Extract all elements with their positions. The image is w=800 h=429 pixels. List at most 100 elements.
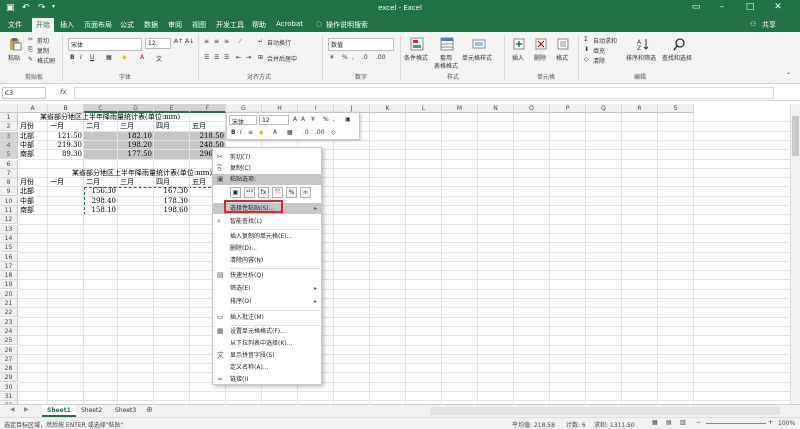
conditional-format-button[interactable]: 条件格式 — [404, 53, 428, 62]
tab-page-layout[interactable]: 页面布局 — [84, 20, 112, 30]
row-header[interactable]: 23 — [0, 317, 18, 327]
align-center-icon[interactable]: ☰ — [214, 54, 219, 61]
column-header[interactable]: M — [442, 104, 478, 113]
menu-delete[interactable]: 删除(D)... — [213, 243, 321, 254]
share-button[interactable]: 共享 — [762, 20, 776, 30]
row-header[interactable]: 6 — [0, 159, 18, 169]
number-format-select[interactable]: 数值 — [328, 38, 394, 51]
tab-file[interactable]: 文件 — [8, 20, 22, 30]
horizontal-scrollbar[interactable] — [430, 407, 780, 415]
column-header[interactable]: P — [550, 104, 586, 113]
row-header[interactable]: 8 — [0, 178, 18, 188]
column-header[interactable]: N — [478, 104, 514, 113]
format-painter-button[interactable]: 格式刷 — [37, 56, 55, 65]
row-header[interactable]: 2 — [0, 122, 18, 132]
align-right-icon[interactable]: ☰ — [224, 54, 229, 61]
mini-currency-icon[interactable]: ¥ — [311, 116, 315, 123]
row-header[interactable]: 15 — [0, 243, 18, 253]
menu-link[interactable]: ∞ 链接(I) — [213, 374, 321, 385]
tab-home[interactable]: 开始 — [32, 18, 54, 32]
select-all-corner[interactable] — [0, 104, 18, 113]
wrap-text-button[interactable]: 自动换行 — [267, 38, 291, 47]
insert-cells-button[interactable]: 插入 — [512, 53, 524, 62]
align-top-icon[interactable]: ≡ — [204, 38, 209, 45]
page-break-view-icon[interactable]: ▥ — [680, 419, 686, 426]
column-header[interactable]: Q — [586, 104, 622, 113]
row-header[interactable]: 21 — [0, 299, 18, 308]
sheet-tab-sheet3[interactable]: Sheet3 — [110, 405, 141, 417]
mini-comma-icon[interactable]: , — [333, 116, 335, 123]
menu-insert-comment[interactable]: ▭ 插入批注(M) — [213, 312, 321, 323]
spreadsheet-grid[interactable]: A B C D E F G H I J K L M N O P Q R S 1 2 3 4 5 6 7 8 9 10 11 12 13 14 15… — [0, 104, 790, 404]
ribbon-options-icon[interactable]: ▭ — [686, 2, 706, 12]
normal-view-icon[interactable]: ▦ — [652, 419, 658, 426]
menu-pick-from-list[interactable]: 从下拉列表中选择(K)... — [213, 338, 321, 349]
paste-button[interactable]: 粘贴 — [8, 53, 20, 62]
column-header[interactable]: R — [622, 104, 658, 113]
prev-sheet-icon[interactable]: ◀ — [10, 406, 15, 413]
row-header[interactable]: 1 — [0, 113, 18, 122]
row-header[interactable]: 11 — [0, 206, 18, 215]
phonetic-icon[interactable]: 文 — [156, 54, 162, 63]
row-header[interactable]: 19 — [0, 280, 18, 290]
row-header[interactable]: 31 — [0, 392, 18, 401]
column-header[interactable]: F — [190, 104, 226, 113]
increase-font-icon[interactable]: A↑ — [174, 38, 183, 45]
delete-cells-button[interactable]: 删除 — [534, 53, 546, 62]
row-header[interactable]: 14 — [0, 233, 18, 243]
autosum-button[interactable]: 自动求和 — [593, 36, 617, 45]
indent-icon[interactable]: ⇤ — [236, 54, 241, 61]
tab-developer[interactable]: 开发工具 — [216, 20, 244, 30]
format-cells-button[interactable]: 格式 — [556, 53, 568, 62]
mini-format-painter-icon[interactable]: ▣ — [345, 116, 351, 123]
menu-cut[interactable]: ✂ 剪切(T) — [213, 152, 321, 163]
row-header[interactable]: 7 — [0, 168, 18, 178]
menu-define-name[interactable]: 定义名称(A)... — [213, 362, 321, 373]
menu-format-cells[interactable]: ▦ 设置单元格格式(F)... — [213, 326, 321, 337]
tab-help[interactable]: 帮助 — [252, 20, 266, 30]
collapse-ribbon-icon[interactable]: ⌃ — [786, 72, 791, 79]
font-size-select[interactable]: 12 — [145, 38, 171, 49]
row-header[interactable]: 4 — [0, 140, 18, 150]
scroll-thumb[interactable] — [792, 116, 799, 156]
underline-icon[interactable]: U — [90, 54, 94, 61]
mini-grow-font-icon[interactable]: A — [293, 116, 297, 123]
row-header[interactable]: 25 — [0, 336, 18, 346]
row-header[interactable]: 12 — [0, 215, 18, 225]
row-header[interactable]: 18 — [0, 271, 18, 281]
menu-show-phonetic[interactable]: 文显示拼音字段(S) — [213, 350, 321, 361]
row-header[interactable]: 24 — [0, 326, 18, 336]
fill-color-icon[interactable]: ◆ — [122, 54, 127, 61]
paste-option-paste-icon[interactable]: ▣ — [230, 187, 241, 198]
page-layout-view-icon[interactable]: ▤ — [666, 419, 672, 426]
comma-icon[interactable]: , — [352, 54, 354, 61]
zoom-out-icon[interactable]: − — [696, 419, 701, 426]
zoom-slider[interactable] — [706, 423, 766, 424]
menu-insert-copied[interactable]: 插入复制的单元格(E)... — [213, 231, 321, 242]
mini-fill-color-icon[interactable]: ◆ — [259, 129, 264, 136]
mini-bold-icon[interactable]: B — [231, 129, 236, 136]
next-sheet-icon[interactable]: ▶ — [24, 406, 29, 413]
paste-option-values-icon[interactable]: ¹²³ — [244, 187, 255, 198]
mini-italic-icon[interactable]: I — [240, 129, 242, 136]
formula-input[interactable] — [74, 87, 774, 99]
paste-option-formatting-icon[interactable]: % — [286, 187, 297, 198]
font-name-select[interactable]: 宋体 — [68, 38, 142, 51]
vertical-scrollbar[interactable] — [790, 104, 800, 404]
row-header[interactable]: 17 — [0, 261, 18, 271]
add-sheet-icon[interactable]: ⊕ — [146, 405, 153, 414]
mini-shrink-font-icon[interactable]: A — [301, 116, 305, 123]
tab-review[interactable]: 审阅 — [168, 20, 182, 30]
column-header[interactable]: S — [658, 104, 694, 113]
column-header[interactable]: L — [406, 104, 442, 113]
column-header[interactable]: O — [514, 104, 550, 113]
row-header[interactable]: 10 — [0, 196, 18, 206]
insert-function-button[interactable]: fx — [60, 88, 67, 96]
close-icon[interactable]: ✕ — [768, 2, 788, 12]
paste-option-transpose-icon[interactable]: ⤧ — [272, 187, 283, 198]
outdent-icon[interactable]: ⇥ — [246, 54, 251, 61]
align-middle-icon[interactable]: ≡ — [214, 38, 219, 45]
tab-data[interactable]: 数据 — [144, 20, 158, 30]
border-icon[interactable]: ▦ — [106, 54, 112, 61]
merge-center-button[interactable]: 合并后居中 — [267, 54, 297, 63]
